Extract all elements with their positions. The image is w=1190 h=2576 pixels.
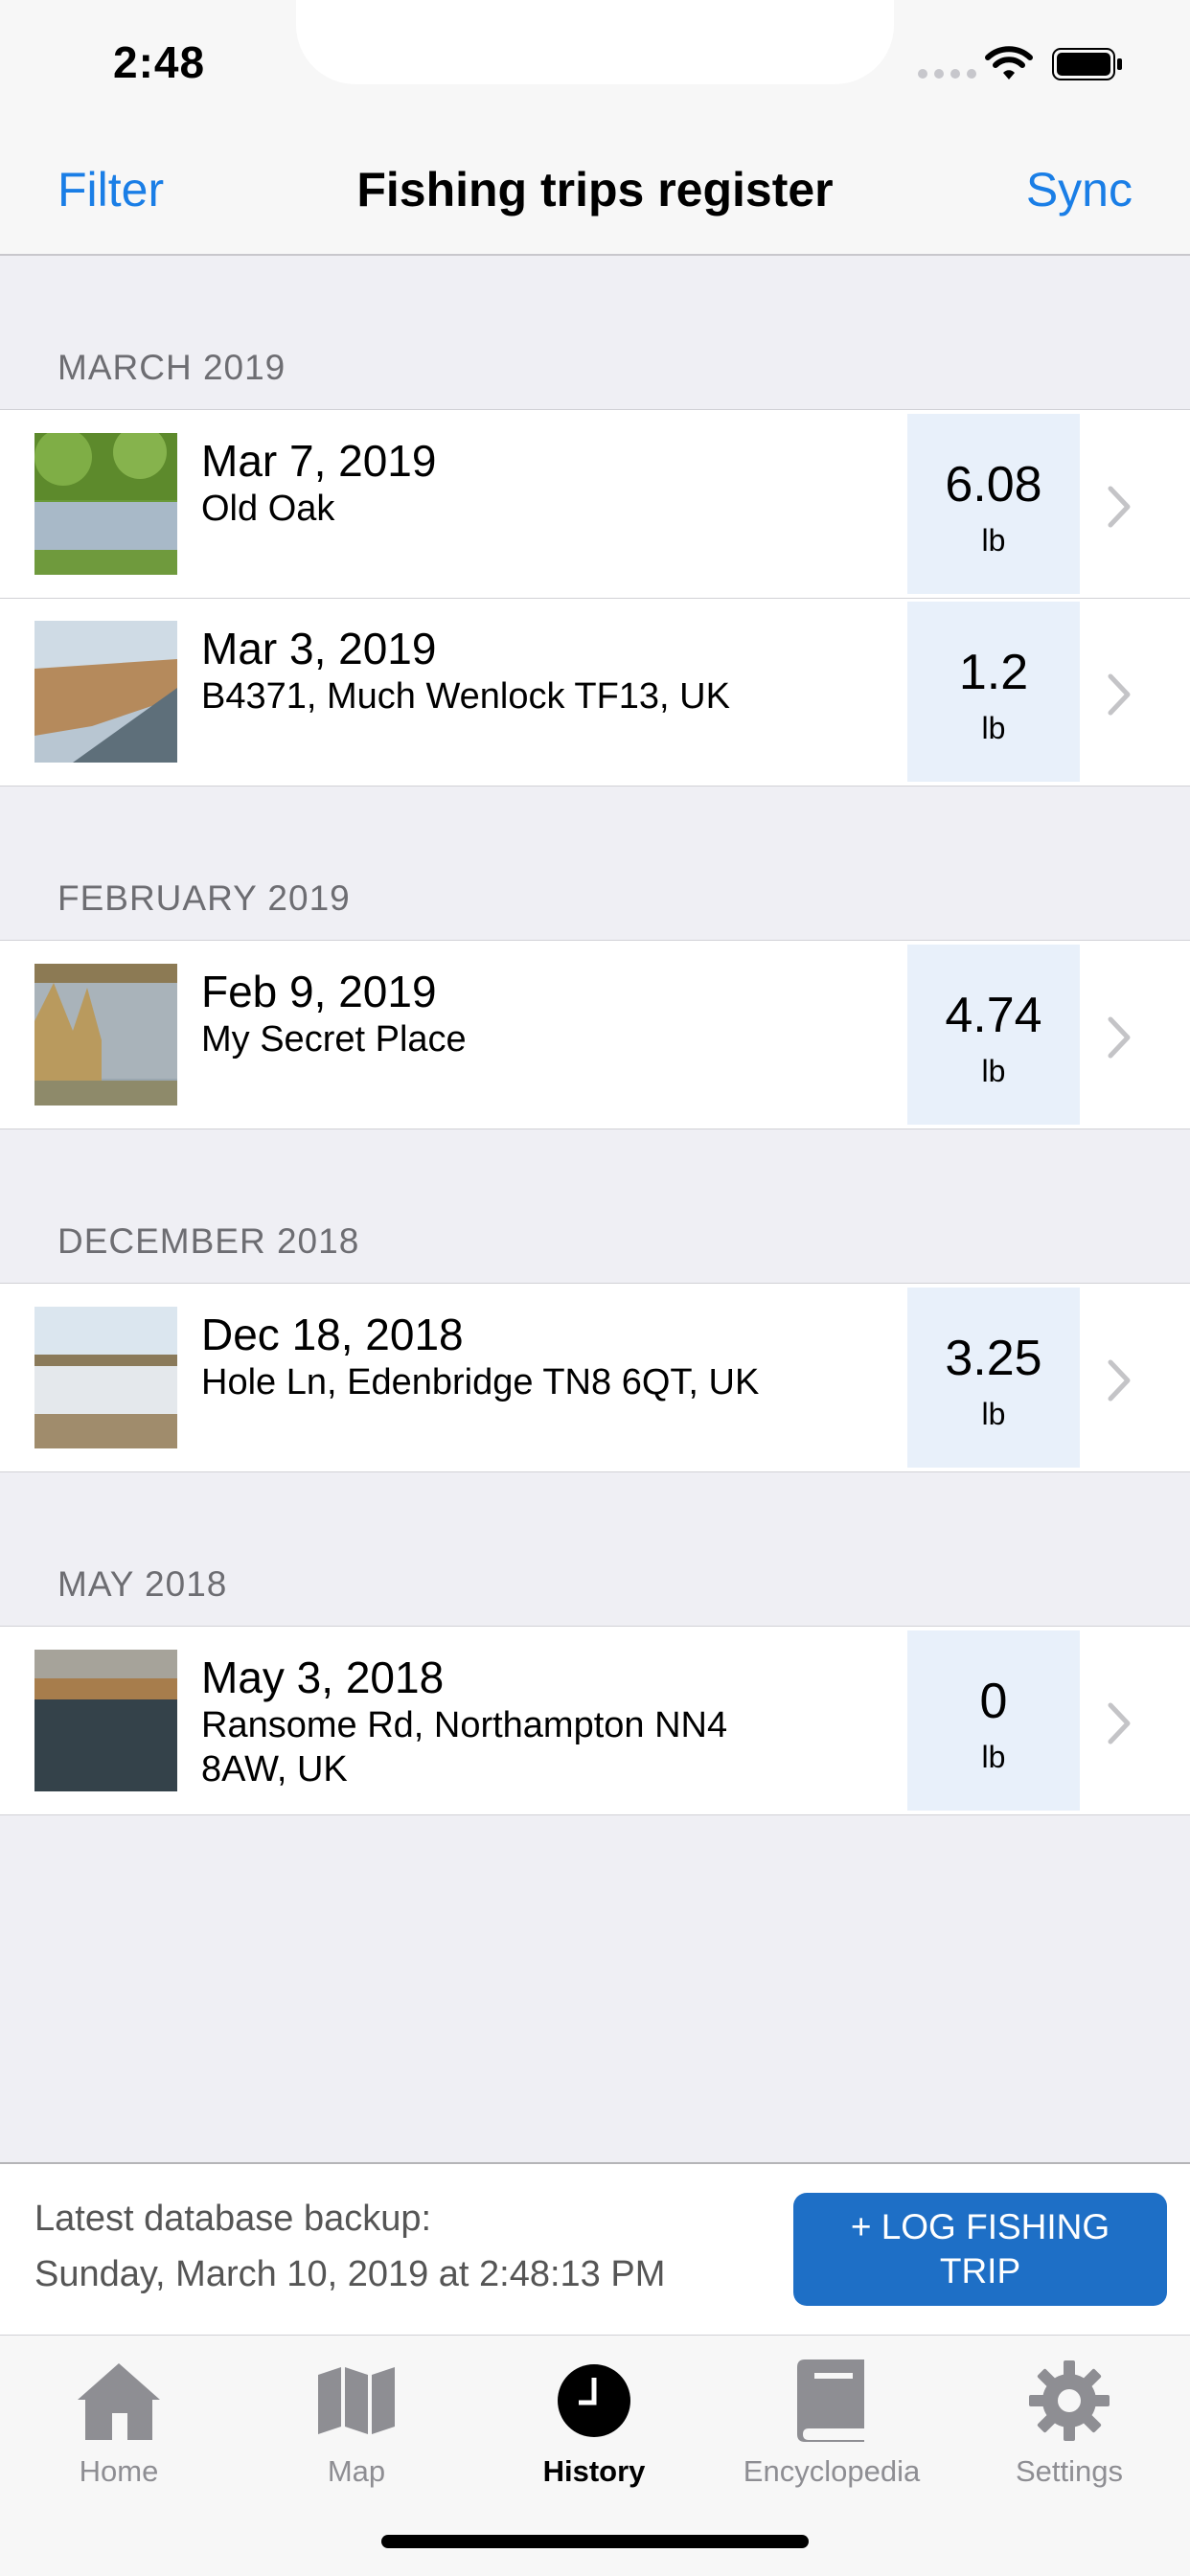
trip-row[interactable]: May 3, 2018 Ransome Rd, Northampton NN4 …	[0, 1627, 1190, 1814]
tab-history[interactable]: History	[475, 2336, 713, 2489]
section-header: FEBRUARY 2019	[0, 786, 1190, 940]
section-header: MARCH 2019	[0, 256, 1190, 409]
status-time: 2:48	[113, 37, 206, 87]
tab-home[interactable]: Home	[0, 2336, 238, 2489]
trip-date: Mar 7, 2019	[201, 436, 437, 486]
device-notch	[296, 0, 894, 84]
trip-photo	[34, 964, 177, 1106]
sync-button[interactable]: Sync	[1026, 162, 1133, 217]
weight-value: 4.74	[945, 988, 1042, 1043]
trips-list[interactable]: MARCH 2019 Mar 7, 2019 Old Oak 6.08 lb M…	[0, 256, 1190, 1815]
home-indicator[interactable]	[381, 2535, 809, 2548]
trip-date: Dec 18, 2018	[201, 1310, 464, 1359]
trip-photo	[34, 621, 177, 763]
house-icon	[78, 2363, 160, 2440]
weight-unit: lb	[981, 711, 1006, 745]
tab-encyclopedia[interactable]: Encyclopedia	[713, 2336, 950, 2489]
page-title: Fishing trips register	[356, 163, 834, 217]
trip-weight: 4.74 lb	[907, 945, 1080, 1125]
backup-label: Latest database backup:	[34, 2199, 432, 2239]
section-header-label: MARCH 2019	[57, 348, 286, 387]
trip-weight: 1.2 lb	[907, 602, 1080, 782]
chevron-right-icon	[1108, 486, 1131, 528]
wifi-icon	[985, 46, 1033, 80]
trip-photo	[34, 1650, 177, 1791]
weight-unit: lb	[981, 1740, 1006, 1774]
book-icon	[797, 2359, 864, 2442]
cellular-signal-icon	[918, 69, 976, 79]
weight-value: 6.08	[945, 457, 1042, 513]
trip-location: Hole Ln, Edenbridge TN8 6QT, UK	[201, 1362, 760, 1402]
section-trips: Dec 18, 2018 Hole Ln, Edenbridge TN8 6QT…	[0, 1283, 1190, 1472]
trip-weight: 0 lb	[907, 1630, 1080, 1811]
trip-row[interactable]: Mar 3, 2019 B4371, Much Wenlock TF13, UK…	[0, 598, 1190, 786]
chevron-right-icon	[1108, 1016, 1131, 1059]
status-bar: 2:48	[0, 0, 1190, 129]
trip-row[interactable]: Mar 7, 2019 Old Oak 6.08 lb	[0, 410, 1190, 598]
trip-date: Feb 9, 2019	[201, 967, 437, 1016]
trip-location: Old Oak	[201, 489, 335, 529]
weight-unit: lb	[981, 523, 1006, 558]
trip-weight: 6.08 lb	[907, 414, 1080, 594]
trip-photo	[34, 1307, 177, 1448]
navigation-bar: Filter Fishing trips register Sync	[0, 129, 1190, 256]
tab-label: Home	[79, 2454, 159, 2488]
trip-photo	[34, 433, 177, 575]
section-header-label: FEBRUARY 2019	[57, 878, 351, 918]
tab-map[interactable]: Map	[238, 2336, 475, 2489]
section-trips: Feb 9, 2019 My Secret Place 4.74 lb	[0, 940, 1190, 1129]
tab-label: Settings	[1015, 2454, 1123, 2488]
chevron-right-icon	[1108, 673, 1131, 716]
trip-date: May 3, 2018	[201, 1653, 445, 1702]
section-header-label: MAY 2018	[57, 1564, 228, 1604]
trip-location: My Secret Place	[201, 1019, 467, 1060]
backup-footer: Latest database backup: Sunday, March 10…	[0, 2162, 1190, 2335]
battery-icon	[1052, 48, 1122, 80]
backup-date: Sunday, March 10, 2019 at 2:48:13 PM	[34, 2254, 666, 2294]
chevron-right-icon	[1108, 1702, 1131, 1744]
tab-label: Map	[327, 2454, 386, 2488]
trip-row[interactable]: Dec 18, 2018 Hole Ln, Edenbridge TN8 6QT…	[0, 1284, 1190, 1471]
weight-value: 3.25	[945, 1331, 1042, 1386]
trip-location: Ransome Rd, Northampton NN4 8AW, UK	[201, 1705, 728, 1790]
gear-icon	[1029, 2360, 1110, 2441]
weight-value: 1.2	[958, 645, 1029, 700]
trip-date: Mar 3, 2019	[201, 624, 437, 673]
trip-weight: 3.25 lb	[907, 1288, 1080, 1468]
log-fishing-trip-button[interactable]: + LOG FISHING TRIP	[793, 2193, 1167, 2306]
weight-value: 0	[979, 1674, 1008, 1729]
clock-icon	[558, 2364, 630, 2437]
tab-label: Encyclopedia	[743, 2454, 921, 2488]
chevron-right-icon	[1108, 1359, 1131, 1402]
trip-row[interactable]: Feb 9, 2019 My Secret Place 4.74 lb	[0, 941, 1190, 1128]
tab-label: History	[542, 2454, 646, 2488]
weight-unit: lb	[981, 1054, 1006, 1088]
section-header-label: DECEMBER 2018	[57, 1221, 360, 1261]
tab-settings[interactable]: Settings	[950, 2336, 1188, 2489]
trip-location: B4371, Much Wenlock TF13, UK	[201, 676, 730, 717]
section-trips: May 3, 2018 Ransome Rd, Northampton NN4 …	[0, 1626, 1190, 1815]
section-header: MAY 2018	[0, 1472, 1190, 1626]
weight-unit: lb	[981, 1397, 1006, 1431]
section-header: DECEMBER 2018	[0, 1129, 1190, 1283]
section-trips: Mar 7, 2019 Old Oak 6.08 lb Mar 3, 2019 …	[0, 409, 1190, 786]
map-icon	[318, 2367, 395, 2434]
